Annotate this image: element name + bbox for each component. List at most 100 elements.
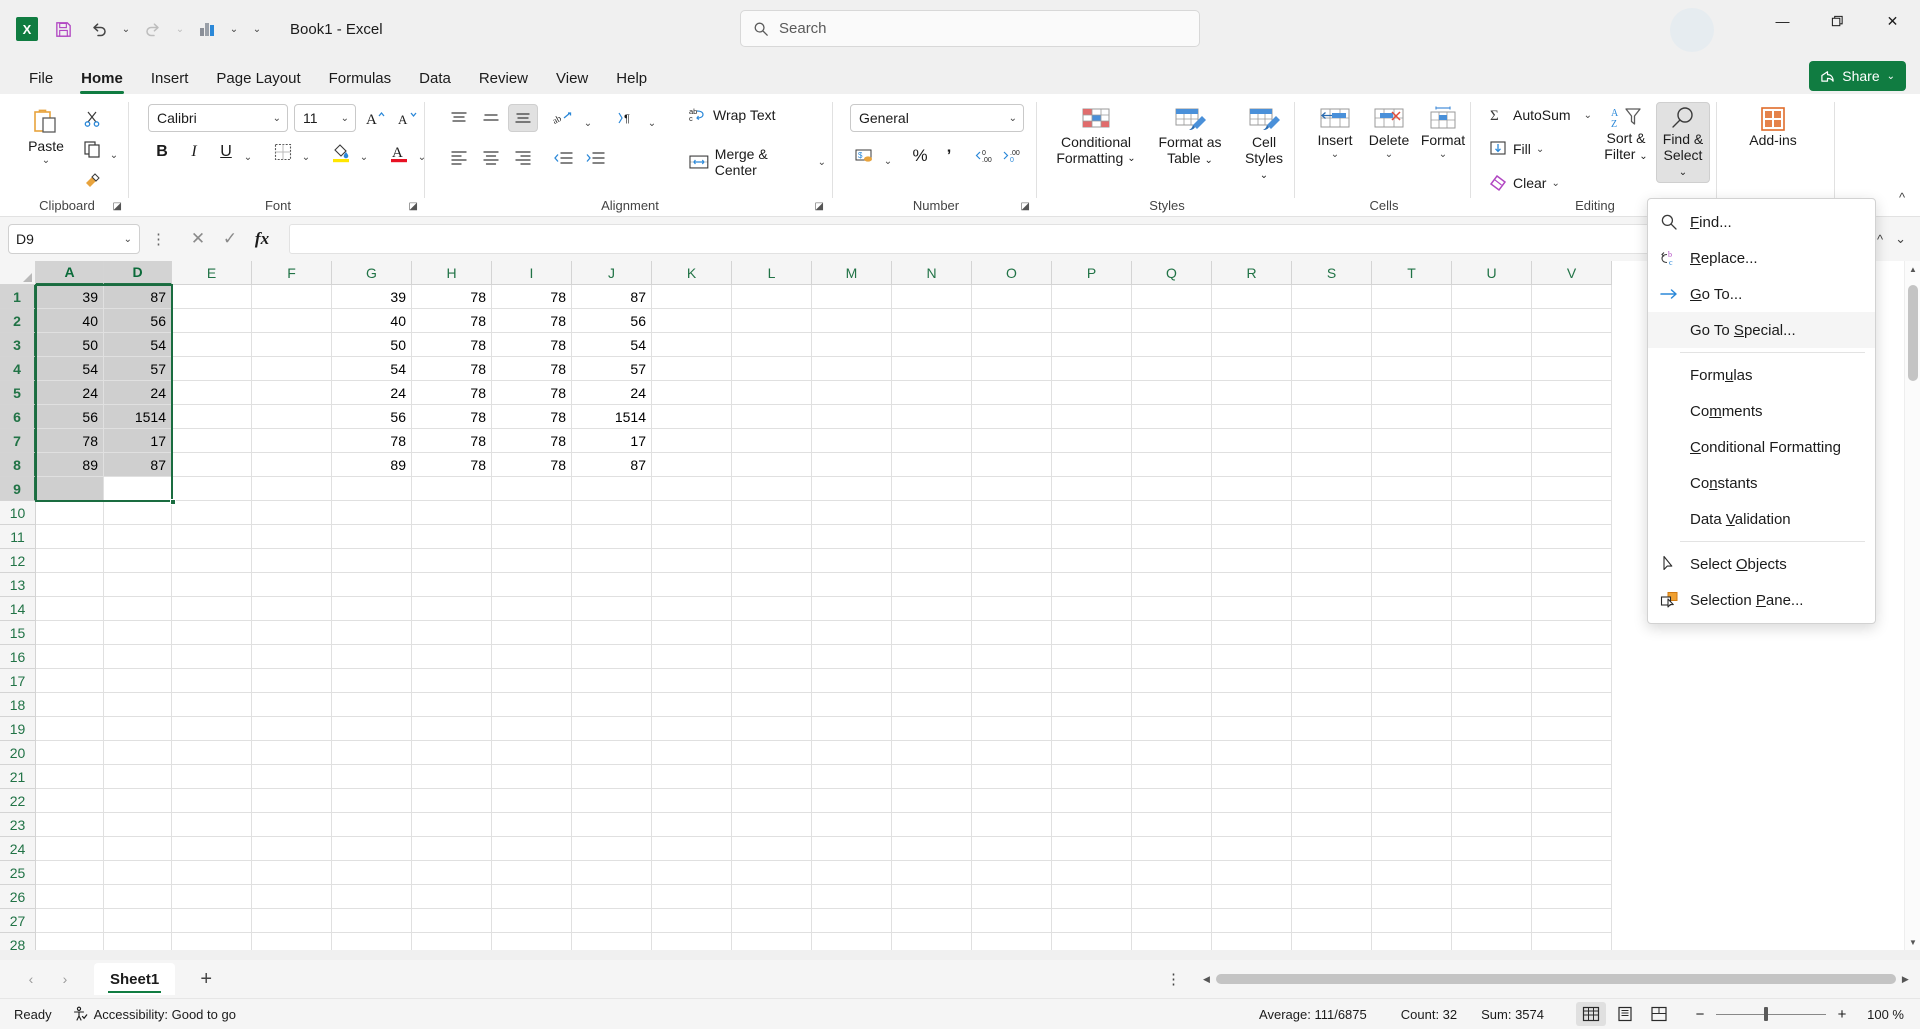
cell-T20[interactable] bbox=[1372, 741, 1452, 765]
formula-bar-expand-icon[interactable]: ⌄ bbox=[1895, 231, 1906, 247]
cell-A1[interactable]: 39 bbox=[36, 285, 104, 309]
cell-M27[interactable] bbox=[812, 909, 892, 933]
column-header-o[interactable]: O bbox=[972, 261, 1052, 285]
cell-O11[interactable] bbox=[972, 525, 1052, 549]
font-color-button[interactable]: A bbox=[384, 138, 414, 166]
chevron-down-icon[interactable]: ⌄ bbox=[124, 234, 132, 245]
cell-M17[interactable] bbox=[812, 669, 892, 693]
cell-Q4[interactable] bbox=[1132, 357, 1212, 381]
cell-T1[interactable] bbox=[1372, 285, 1452, 309]
tab-home[interactable]: Home bbox=[68, 67, 136, 94]
cell-G18[interactable] bbox=[332, 693, 412, 717]
cell-D14[interactable] bbox=[104, 597, 172, 621]
name-box[interactable]: D9 ⌄ bbox=[8, 224, 140, 254]
tab-review[interactable]: Review bbox=[466, 67, 541, 94]
cell-R16[interactable] bbox=[1212, 645, 1292, 669]
decrease-indent-button[interactable] bbox=[548, 144, 578, 172]
cell-T5[interactable] bbox=[1372, 381, 1452, 405]
cell-Q12[interactable] bbox=[1132, 549, 1212, 573]
cell-K13[interactable] bbox=[652, 573, 732, 597]
cell-H8[interactable]: 78 bbox=[412, 453, 492, 477]
cell-M24[interactable] bbox=[812, 837, 892, 861]
cell-I11[interactable] bbox=[492, 525, 572, 549]
cell-U15[interactable] bbox=[1452, 621, 1532, 645]
cell-N27[interactable] bbox=[892, 909, 972, 933]
cell-J9[interactable] bbox=[572, 477, 652, 501]
cell-H18[interactable] bbox=[412, 693, 492, 717]
addins-button[interactable]: Add-ins bbox=[1738, 102, 1808, 152]
cell-O1[interactable] bbox=[972, 285, 1052, 309]
accounting-format-button[interactable]: $ bbox=[850, 142, 880, 170]
cell-O8[interactable] bbox=[972, 453, 1052, 477]
cell-V21[interactable] bbox=[1532, 765, 1612, 789]
cell-R15[interactable] bbox=[1212, 621, 1292, 645]
cell-D7[interactable]: 17 bbox=[104, 429, 172, 453]
cell-L12[interactable] bbox=[732, 549, 812, 573]
cell-G14[interactable] bbox=[332, 597, 412, 621]
cell-J17[interactable] bbox=[572, 669, 652, 693]
cell-M11[interactable] bbox=[812, 525, 892, 549]
cell-styles-button[interactable]: Cell Styles ⌄ bbox=[1236, 102, 1292, 185]
cell-V17[interactable] bbox=[1532, 669, 1612, 693]
cell-A12[interactable] bbox=[36, 549, 104, 573]
column-header-h[interactable]: H bbox=[412, 261, 492, 285]
cell-L7[interactable] bbox=[732, 429, 812, 453]
cell-P23[interactable] bbox=[1052, 813, 1132, 837]
cell-P8[interactable] bbox=[1052, 453, 1132, 477]
cell-A4[interactable]: 54 bbox=[36, 357, 104, 381]
cell-Q17[interactable] bbox=[1132, 669, 1212, 693]
search-input[interactable] bbox=[779, 20, 1187, 37]
cell-D24[interactable] bbox=[104, 837, 172, 861]
cell-U3[interactable] bbox=[1452, 333, 1532, 357]
underline-dropdown-icon[interactable]: ⌄ bbox=[240, 140, 256, 174]
cell-T21[interactable] bbox=[1372, 765, 1452, 789]
status-sum[interactable]: Sum: 3574 bbox=[1467, 1002, 1554, 1027]
cell-N4[interactable] bbox=[892, 357, 972, 381]
cell-I2[interactable]: 78 bbox=[492, 309, 572, 333]
cell-P7[interactable] bbox=[1052, 429, 1132, 453]
cell-S21[interactable] bbox=[1292, 765, 1372, 789]
cell-P22[interactable] bbox=[1052, 789, 1132, 813]
cell-E17[interactable] bbox=[172, 669, 252, 693]
cell-H25[interactable] bbox=[412, 861, 492, 885]
cell-Q14[interactable] bbox=[1132, 597, 1212, 621]
cell-U4[interactable] bbox=[1452, 357, 1532, 381]
cell-D23[interactable] bbox=[104, 813, 172, 837]
cell-N3[interactable] bbox=[892, 333, 972, 357]
cell-D8[interactable]: 87 bbox=[104, 453, 172, 477]
cell-H12[interactable] bbox=[412, 549, 492, 573]
cell-I4[interactable]: 78 bbox=[492, 357, 572, 381]
cell-O20[interactable] bbox=[972, 741, 1052, 765]
cell-V14[interactable] bbox=[1532, 597, 1612, 621]
cell-V9[interactable] bbox=[1532, 477, 1612, 501]
align-center-button[interactable] bbox=[476, 144, 506, 172]
row-header-8[interactable]: 8 bbox=[0, 453, 36, 477]
cell-H4[interactable]: 78 bbox=[412, 357, 492, 381]
cell-H15[interactable] bbox=[412, 621, 492, 645]
cell-I15[interactable] bbox=[492, 621, 572, 645]
cell-S9[interactable] bbox=[1292, 477, 1372, 501]
cell-S19[interactable] bbox=[1292, 717, 1372, 741]
decrease-font-size-button[interactable]: A bbox=[394, 104, 422, 132]
cell-K4[interactable] bbox=[652, 357, 732, 381]
cell-M25[interactable] bbox=[812, 861, 892, 885]
cell-G12[interactable] bbox=[332, 549, 412, 573]
cell-V27[interactable] bbox=[1532, 909, 1612, 933]
cell-N10[interactable] bbox=[892, 501, 972, 525]
row-header-16[interactable]: 16 bbox=[0, 645, 36, 669]
minimize-button[interactable]: — bbox=[1755, 0, 1810, 42]
cell-Q27[interactable] bbox=[1132, 909, 1212, 933]
cell-G7[interactable]: 78 bbox=[332, 429, 412, 453]
select-all-corner[interactable] bbox=[0, 261, 36, 285]
cell-E8[interactable] bbox=[172, 453, 252, 477]
borders-dropdown-icon[interactable]: ⌄ bbox=[298, 140, 314, 174]
cell-T23[interactable] bbox=[1372, 813, 1452, 837]
cell-K16[interactable] bbox=[652, 645, 732, 669]
chart-icon[interactable] bbox=[190, 12, 224, 46]
cell-R24[interactable] bbox=[1212, 837, 1292, 861]
row-header-26[interactable]: 26 bbox=[0, 885, 36, 909]
cell-J24[interactable] bbox=[572, 837, 652, 861]
cell-D28[interactable] bbox=[104, 933, 172, 950]
column-header-n[interactable]: N bbox=[892, 261, 972, 285]
decrease-decimal-button[interactable]: .00 0 bbox=[998, 142, 1026, 170]
